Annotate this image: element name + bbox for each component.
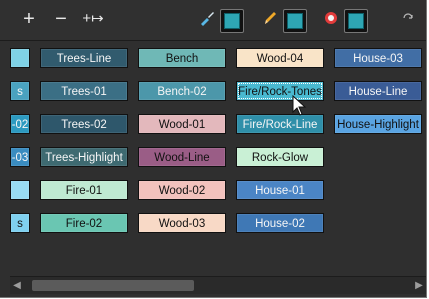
palette-swatch[interactable]: Trees-Highlight <box>40 147 128 167</box>
paint-icon[interactable] <box>323 10 339 26</box>
scroll-left-button[interactable]: ◀ <box>10 277 24 294</box>
palette-swatch[interactable]: House-Line <box>334 81 422 101</box>
brush-icon[interactable] <box>199 10 215 26</box>
palette-swatch[interactable]: Wood-03 <box>138 213 226 233</box>
add-color-button[interactable]: + <box>18 8 40 30</box>
refresh-icon[interactable] <box>402 12 414 24</box>
pencil-swatch-color <box>287 13 303 29</box>
remove-color-button[interactable]: − <box>50 8 72 30</box>
palette-grid: Trees-Line Bench Wood-04 House-03 s Trees-01 B… <box>10 48 426 270</box>
palette-swatch[interactable]: s <box>10 213 30 233</box>
palette-toolbar: + − +↦ <box>0 0 426 41</box>
palette-swatch[interactable]: -02 <box>10 114 30 134</box>
scroll-right-button[interactable]: ▶ <box>412 277 426 294</box>
palette-swatch[interactable]: House-01 <box>236 180 324 200</box>
pencil-swatch-button[interactable] <box>283 9 307 33</box>
palette-swatch[interactable]: Wood-04 <box>236 48 324 68</box>
brush-swatch-button[interactable] <box>220 9 244 33</box>
palette-swatch[interactable]: Bench-02 <box>138 81 226 101</box>
palette-swatch[interactable]: Fire/Rock-Tones <box>236 81 324 101</box>
palette-swatch[interactable]: House-02 <box>236 213 324 233</box>
brush-swatch-color <box>224 13 240 29</box>
palette-swatch[interactable]: Trees-01 <box>40 81 128 101</box>
palette-swatch[interactable]: House-Highlight <box>334 114 422 134</box>
palette-swatch[interactable]: Fire-01 <box>40 180 128 200</box>
palette-swatch[interactable]: Wood-Line <box>138 147 226 167</box>
palette-swatch[interactable]: Bench <box>138 48 226 68</box>
paint-swatch-button[interactable] <box>344 9 368 33</box>
palette-swatch[interactable]: -03 <box>10 147 30 167</box>
pencil-icon[interactable] <box>262 10 278 26</box>
palette-swatch[interactable]: Wood-01 <box>138 114 226 134</box>
palette-swatch[interactable]: Trees-Line <box>40 48 128 68</box>
palette-swatch[interactable]: Trees-02 <box>40 114 128 134</box>
palette-swatch[interactable]: Wood-02 <box>138 180 226 200</box>
palette-swatch[interactable]: Fire-02 <box>40 213 128 233</box>
palette-swatch[interactable]: House-03 <box>334 48 422 68</box>
palette-swatch[interactable] <box>10 48 30 68</box>
color-palette-panel: + − +↦ Trees-Line Bench Wood-04 House-03… <box>0 0 427 298</box>
mouse-cursor-icon <box>292 95 307 116</box>
scrollbar-thumb[interactable] <box>32 280 194 291</box>
palette-swatch[interactable]: Fire/Rock-Line <box>236 114 324 134</box>
rename-color-button[interactable]: +↦ <box>82 8 104 30</box>
palette-swatch[interactable] <box>10 180 30 200</box>
paint-swatch-color <box>348 13 364 29</box>
palette-swatch[interactable]: Rock-Glow <box>236 147 324 167</box>
palette-swatch[interactable]: s <box>10 81 30 101</box>
horizontal-scrollbar[interactable]: ◀ ▶ <box>10 276 426 294</box>
